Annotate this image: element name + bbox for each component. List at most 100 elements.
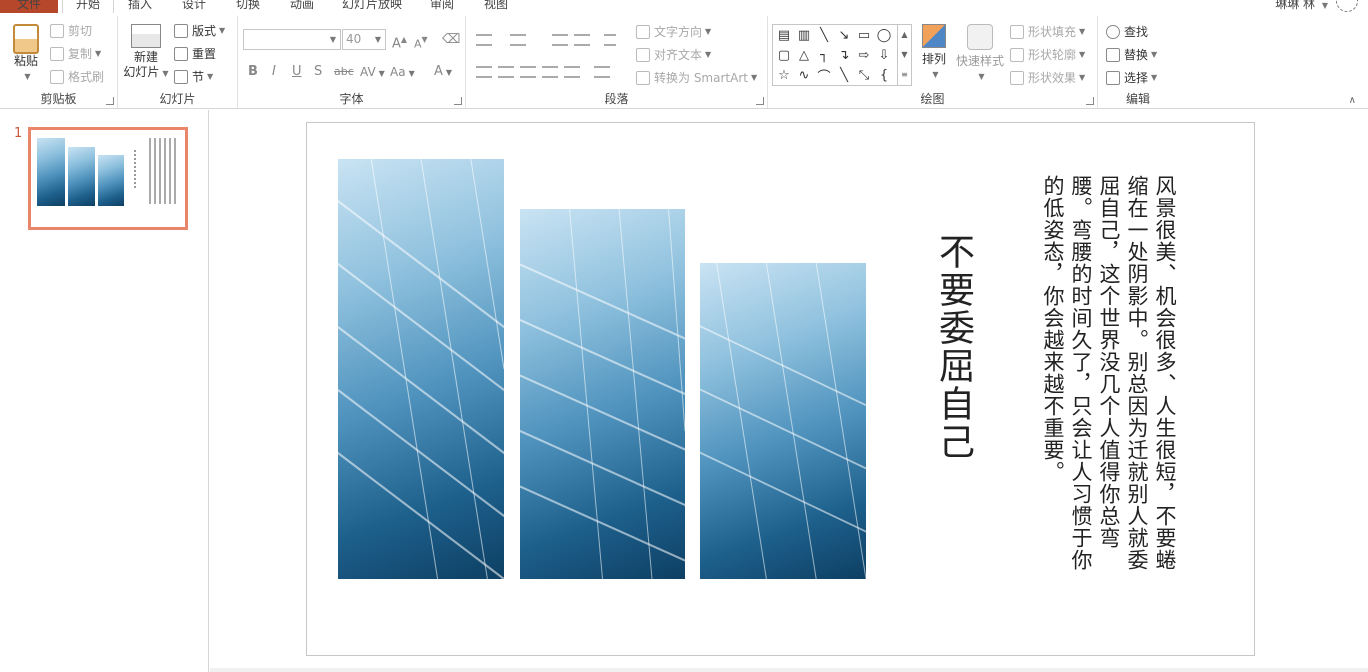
tab-insert[interactable]: 插入 (128, 0, 152, 13)
new-slide-label-1: 新建 (133, 50, 158, 64)
arc-shape-icon[interactable]: ⌒ (815, 66, 833, 85)
dialog-launcher-icon[interactable] (1086, 97, 1094, 105)
group-label: 字体 (339, 92, 364, 106)
cut-button[interactable]: 剪切 (50, 21, 92, 41)
line-spacing-icon[interactable] (604, 34, 616, 46)
textbox-shape-icon[interactable]: ▤ (775, 26, 793, 44)
slide-thumbnail-1[interactable] (28, 127, 188, 230)
building-photo-2[interactable] (520, 209, 685, 579)
italic-button[interactable]: I (272, 62, 276, 82)
format-painter-label: 格式刷 (68, 70, 105, 84)
new-slide-button[interactable]: 新建 幻灯片 ▼ (122, 24, 170, 81)
user-account[interactable]: 琳琳 林 ▼ (1275, 0, 1328, 13)
double-arrow-shape-icon[interactable]: ⤡ (855, 66, 873, 84)
tab-slideshow[interactable]: 幻灯片放映 (342, 0, 402, 13)
clear-format-icon[interactable]: ⌫ (442, 30, 460, 50)
tab-animations[interactable]: 动画 (290, 0, 314, 13)
cut-label: 剪切 (68, 24, 93, 38)
star-shape-icon[interactable]: ☆ (775, 66, 793, 84)
select-button[interactable]: 选择 ▼ (1106, 68, 1157, 88)
strikethrough-button[interactable]: abc (334, 62, 354, 82)
avatar[interactable] (1336, 0, 1358, 12)
arrow-shape-icon[interactable]: ↘ (835, 26, 853, 44)
tab-transitions[interactable]: 切换 (236, 0, 260, 13)
line-shape-icon[interactable]: ╲ (815, 26, 833, 44)
group-drawing: ▤ ▥ ╲ ↘ ▭ ◯ ▢ △ ┐ ↴ ⇨ ⇩ ☆ ∿ ⌒ ╲ ⤡ { ▲ ▼ ≡ (768, 16, 1098, 108)
slide-body-text[interactable]: 风景很美、机会很多、人生很短，不要蜷缩在一处阴影中。别总因为迁就别人就委屈自己，… (1039, 175, 1179, 575)
building-photo-1[interactable] (338, 159, 504, 579)
chevron-down-icon: ▼ (95, 49, 102, 58)
layout-button[interactable]: 版式 ▼ (174, 21, 225, 41)
rounded-rect-shape-icon[interactable]: ▢ (775, 46, 793, 64)
increase-indent-icon[interactable] (574, 34, 590, 46)
diagonal-line-shape-icon[interactable]: ╲ (835, 66, 853, 84)
bold-button[interactable]: B (248, 62, 258, 82)
tab-home[interactable]: 开始 (62, 0, 114, 13)
font-name-combo[interactable]: ▼ (243, 29, 341, 50)
horizontal-scrollbar[interactable] (210, 668, 1368, 672)
right-arrow-shape-icon[interactable]: ⇨ (855, 46, 873, 64)
tab-design[interactable]: 设计 (182, 0, 206, 13)
align-left-icon[interactable] (476, 66, 492, 78)
rectangle-shape-icon[interactable]: ▭ (855, 26, 873, 44)
decrease-indent-icon[interactable] (552, 34, 568, 46)
font-color-button[interactable]: A ▼ (434, 62, 452, 82)
shapes-gallery[interactable]: ▤ ▥ ╲ ↘ ▭ ◯ ▢ △ ┐ ↴ ⇨ ⇩ ☆ ∿ ⌒ ╲ ⤡ { ▲ ▼ ≡ (772, 24, 912, 86)
elbow-arrow-shape-icon[interactable]: ↴ (835, 46, 853, 64)
chevron-down-icon: ▼ (24, 72, 31, 81)
change-case-button[interactable]: Aa ▼ (390, 62, 415, 82)
section-button[interactable]: 节 ▼ (174, 67, 213, 87)
underline-button[interactable]: U (292, 62, 302, 82)
elbow-connector-shape-icon[interactable]: ┐ (815, 46, 833, 64)
slide-title[interactable]: 不要委屈自己 (931, 233, 975, 461)
dialog-launcher-icon[interactable] (756, 97, 764, 105)
chevron-down-icon: ▼ (329, 35, 337, 44)
numbering-icon[interactable] (510, 34, 526, 46)
shrink-font-button[interactable]: A▼ (414, 30, 428, 50)
down-arrow-shape-icon[interactable]: ⇩ (875, 46, 893, 64)
columns-icon[interactable] (594, 66, 610, 78)
triangle-shape-icon[interactable]: △ (795, 46, 813, 64)
bullets-icon[interactable] (476, 34, 492, 46)
font-size-combo[interactable]: 40 ▼ (342, 29, 386, 50)
text-direction-button[interactable]: 文字方向 ▼ (636, 22, 711, 42)
find-button[interactable]: 查找 (1106, 22, 1148, 42)
align-text-button[interactable]: 对齐文本 ▼ (636, 45, 711, 65)
align-center-icon[interactable] (498, 66, 514, 78)
shape-outline-button[interactable]: 形状轮廓 ▼ (1010, 45, 1085, 65)
char-spacing-button[interactable]: AV ▼ (360, 62, 385, 82)
format-painter-button[interactable]: 格式刷 (50, 67, 104, 87)
justify-icon[interactable] (542, 66, 558, 78)
paste-button[interactable]: 粘贴 ▼ (8, 24, 44, 84)
shape-fill-label: 形状填充 (1028, 25, 1077, 39)
grow-font-button[interactable]: A▲ (392, 30, 407, 51)
dialog-launcher-icon[interactable] (106, 97, 114, 105)
curly-brace-shape-icon[interactable]: { (875, 66, 893, 84)
distributed-icon[interactable] (564, 66, 580, 78)
layout-label: 版式 (192, 24, 217, 38)
shape-fill-button[interactable]: 形状填充 ▼ (1010, 22, 1085, 42)
scissors-icon (50, 24, 64, 38)
curve-shape-icon[interactable]: ∿ (795, 66, 813, 84)
building-photo-3[interactable] (700, 263, 866, 579)
shape-effects-button[interactable]: 形状效果 ▼ (1010, 68, 1085, 88)
oval-shape-icon[interactable]: ◯ (875, 26, 893, 44)
copy-button[interactable]: 复制 ▼ (50, 44, 101, 64)
convert-smartart-button[interactable]: 转换为 SmartArt ▼ (636, 68, 757, 88)
dialog-launcher-icon[interactable] (454, 97, 462, 105)
font-size-value: 40 (346, 32, 362, 46)
tab-file[interactable]: 文件 (0, 0, 58, 13)
replace-button[interactable]: 替换 ▼ (1106, 45, 1157, 65)
select-label: 选择 (1124, 71, 1149, 85)
reset-button[interactable]: 重置 (174, 44, 216, 64)
arrange-button[interactable]: 排列 ▼ (916, 24, 952, 82)
slide[interactable]: 不要委屈自己 风景很美、机会很多、人生很短，不要蜷缩在一处阴影中。别总因为迁就别… (306, 122, 1255, 656)
tab-view[interactable]: 视图 (484, 0, 508, 13)
vertical-textbox-shape-icon[interactable]: ▥ (795, 26, 813, 44)
shadow-button[interactable]: S (314, 62, 322, 82)
collapse-ribbon-icon[interactable]: ∧ (1349, 95, 1356, 106)
tab-review[interactable]: 审阅 (430, 0, 454, 13)
gallery-scroll[interactable]: ▲ ▼ ≡ (897, 25, 911, 85)
quick-styles-button[interactable]: 快速样式 ▼ (954, 24, 1006, 84)
align-right-icon[interactable] (520, 66, 536, 78)
